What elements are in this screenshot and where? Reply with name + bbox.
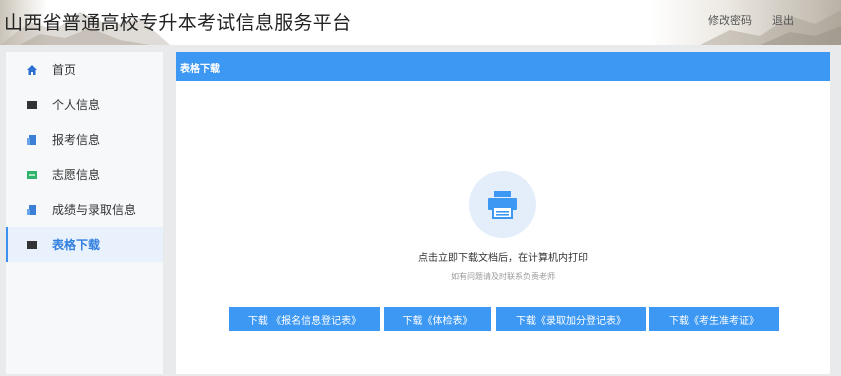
site-title: 山西省普通高校专升本考试信息服务平台 — [4, 12, 352, 34]
main-panel: 表格下载 点击立即下载文档后，在计算机内打印 如有问题请及时联系负责老师 下载 … — [176, 52, 830, 374]
download-bonus-points-form-button[interactable]: 下载《录取加分登记表》 — [496, 307, 646, 331]
change-password-link[interactable]: 修改密码 — [708, 12, 752, 28]
top-header: 山西省普通高校专升本考试信息服务平台 修改密码 退出 — [0, 0, 841, 45]
document-icon — [26, 134, 38, 146]
download-hint: 点击立即下载文档后，在计算机内打印 — [418, 253, 588, 264]
download-admission-ticket-button[interactable]: 下载《考生准考证》 — [649, 307, 779, 331]
sidebar-item-label: 报考信息 — [52, 133, 101, 147]
flag-icon — [26, 169, 38, 181]
home-icon — [26, 64, 38, 76]
sidebar-item-label: 志愿信息 — [52, 168, 101, 182]
sidebar-item-score-admission[interactable]: 成绩与录取信息 — [6, 192, 163, 227]
sidebar-item-label: 首页 — [52, 63, 77, 77]
section-title: 表格下载 — [180, 64, 220, 75]
chart-icon — [26, 204, 38, 216]
download-registration-form-button[interactable]: 下载 《报名信息登记表》 — [229, 307, 380, 331]
sidebar-item-label: 个人信息 — [52, 98, 101, 112]
sidebar-item-label: 表格下载 — [52, 238, 101, 252]
printer-icon — [469, 171, 536, 238]
sidebar: 首页 个人信息 报考信息 志愿信息 成绩与录取信息 表格下载 — [6, 52, 163, 374]
section-header: 表格下载 — [176, 52, 830, 81]
person-card-icon — [26, 99, 38, 111]
sidebar-item-label: 成绩与录取信息 — [52, 203, 137, 217]
download-medical-form-button[interactable]: 下载《体检表》 — [384, 307, 491, 331]
contact-hint: 如有问题请及时联系负责老师 — [451, 272, 555, 281]
sidebar-item-home[interactable]: 首页 — [6, 52, 163, 87]
sidebar-item-personal-info[interactable]: 个人信息 — [6, 87, 163, 122]
sidebar-item-form-download[interactable]: 表格下载 — [6, 227, 163, 262]
table-icon — [26, 239, 38, 251]
sidebar-item-application-info[interactable]: 报考信息 — [6, 122, 163, 157]
sidebar-item-preference-info[interactable]: 志愿信息 — [6, 157, 163, 192]
logout-link[interactable]: 退出 — [772, 12, 794, 28]
